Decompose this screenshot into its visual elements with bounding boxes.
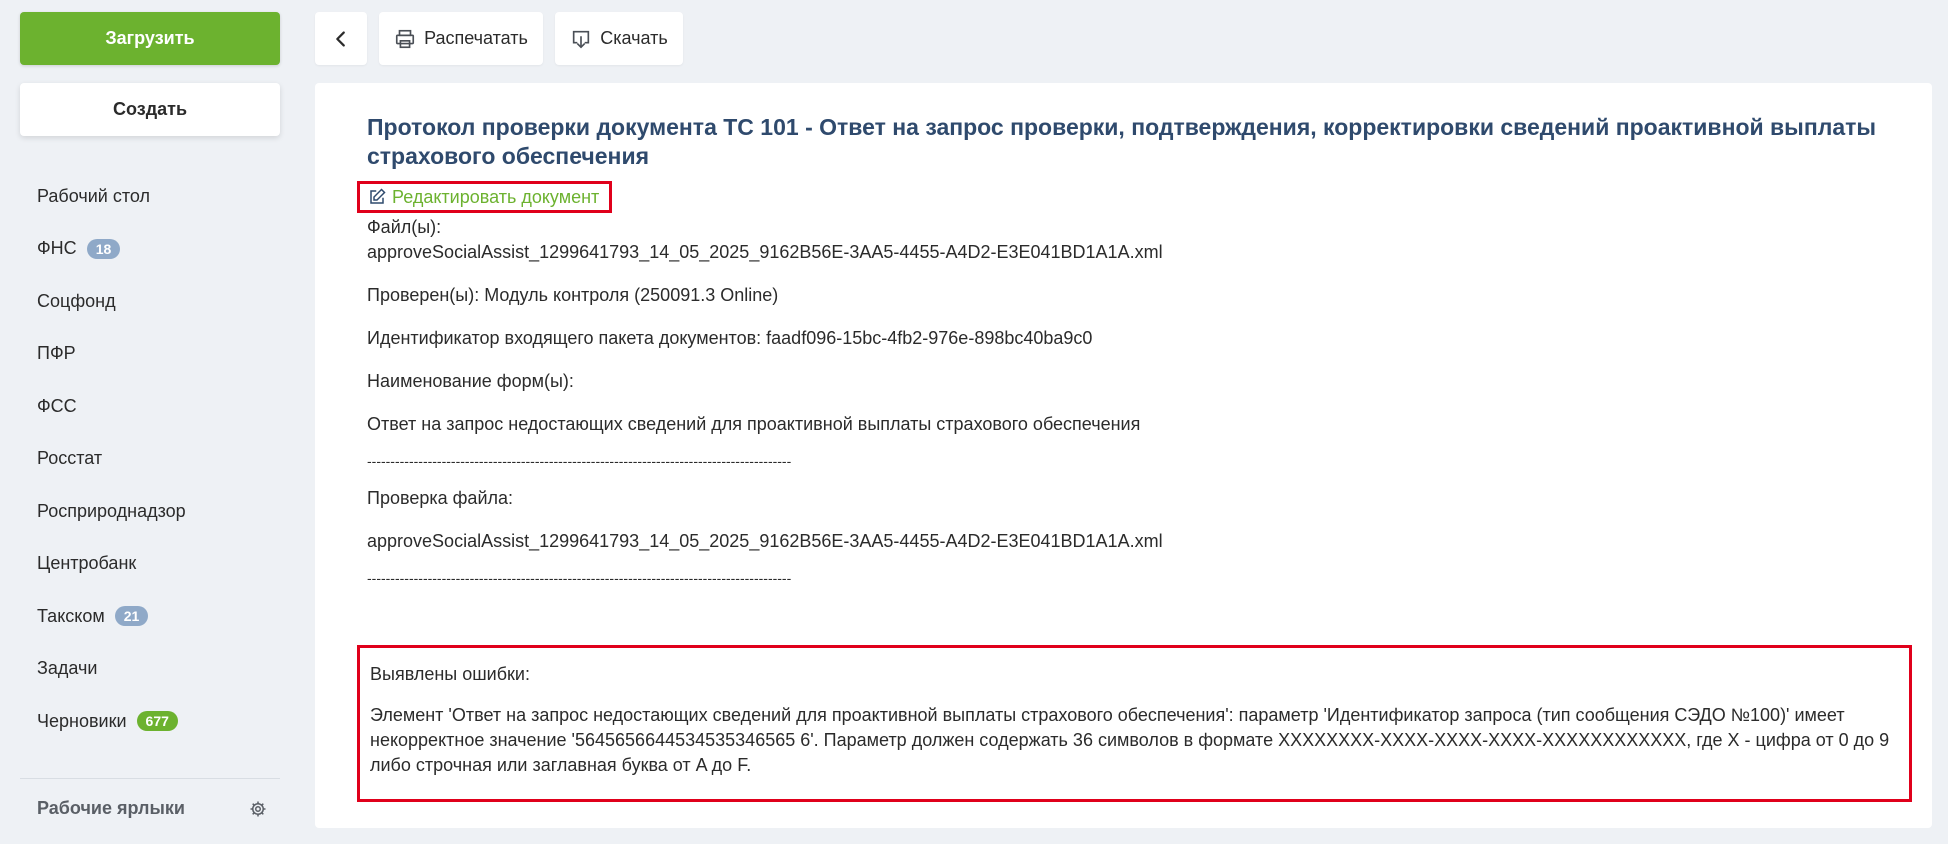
package-id: Идентификатор входящего пакета документо… bbox=[367, 328, 1093, 348]
form-name: Ответ на запрос недостающих сведений для… bbox=[367, 414, 1141, 434]
document-content: Протокол проверки документа ТС 101 - Отв… bbox=[357, 113, 1912, 802]
sidebar-item-rosstat[interactable]: Росстат bbox=[0, 433, 300, 486]
download-button[interactable]: Скачать bbox=[555, 12, 683, 65]
printer-icon bbox=[395, 29, 415, 48]
print-label: Распечатать bbox=[424, 28, 528, 48]
sidebar-item-fns[interactable]: ФНС 18 bbox=[0, 223, 300, 276]
file-check-name: approveSocialAssist_1299641793_14_05_202… bbox=[367, 531, 1163, 551]
sidebar-item-centrobank[interactable]: Центробанк bbox=[0, 538, 300, 591]
upload-button[interactable]: Загрузить bbox=[20, 12, 280, 65]
edit-document-label[interactable]: Редактировать документ bbox=[392, 187, 599, 208]
sidebar-nav: Рабочий стол ФНС 18 Соцфонд ПФР ФСС Росс… bbox=[0, 170, 300, 748]
download-label: Скачать bbox=[600, 28, 668, 48]
sidebar-item-rosprirodnadzor[interactable]: Росприроднадзор bbox=[0, 485, 300, 538]
download-icon bbox=[573, 30, 590, 48]
sidebar: Загрузить Создать Рабочий стол ФНС 18 Со… bbox=[0, 0, 300, 844]
count-badge: 18 bbox=[86, 238, 121, 259]
chevron-left-icon bbox=[336, 30, 345, 47]
sidebar-item-fss[interactable]: ФСС bbox=[0, 380, 300, 433]
errors-box: Выявлены ошибки: Элемент 'Ответ на запро… bbox=[357, 645, 1912, 802]
print-button[interactable]: Распечатать bbox=[379, 12, 543, 65]
sidebar-divider bbox=[20, 778, 280, 779]
sidebar-item-desktop[interactable]: Рабочий стол bbox=[0, 170, 300, 223]
sidebar-item-label: Рабочий стол bbox=[37, 185, 150, 206]
sidebar-item-taxcom[interactable]: Такском 21 bbox=[0, 590, 300, 643]
edit-icon bbox=[370, 188, 386, 204]
sidebar-item-drafts[interactable]: Черновики 677 bbox=[0, 695, 300, 748]
page-title: Протокол проверки документа ТС 101 - Отв… bbox=[367, 114, 1877, 169]
document-card: Протокол проверки документа ТС 101 - Отв… bbox=[315, 83, 1932, 828]
file-name: approveSocialAssist_1299641793_14_05_202… bbox=[367, 242, 1163, 262]
back-button[interactable] bbox=[315, 12, 367, 65]
gear-icon[interactable] bbox=[249, 800, 267, 818]
toolbar: Распечатать Скачать bbox=[315, 12, 683, 65]
count-badge: 21 bbox=[114, 606, 149, 627]
sidebar-item-label: ПФР bbox=[37, 343, 76, 364]
separator: ----------------------------------------… bbox=[367, 453, 792, 469]
sidebar-item-label: Соцфонд bbox=[37, 290, 116, 311]
edit-document-link[interactable]: Редактировать документ bbox=[357, 181, 613, 213]
files-label: Файл(ы): bbox=[367, 217, 442, 237]
errors-label: Выявлены ошибки: bbox=[370, 664, 530, 684]
shortcuts-label: Рабочие ярлыки bbox=[37, 798, 185, 818]
sidebar-item-label: Росприроднадзор bbox=[37, 500, 186, 521]
sidebar-item-label: Росстат bbox=[37, 448, 103, 469]
forms-label: Наименование форм(ы): bbox=[367, 371, 574, 391]
sidebar-item-label: ФНС bbox=[37, 238, 77, 259]
create-button[interactable]: Создать bbox=[20, 83, 280, 136]
work-shortcuts: Рабочие ярлыки bbox=[37, 798, 267, 819]
sidebar-item-label: Такском bbox=[37, 605, 105, 626]
sidebar-item-pfr[interactable]: ПФР bbox=[0, 328, 300, 381]
file-check-label: Проверка файла: bbox=[367, 488, 514, 508]
count-badge: 677 bbox=[136, 711, 178, 732]
checked-by: Проверен(ы): Модуль контроля (250091.3 O… bbox=[367, 285, 779, 305]
error-text: Элемент 'Ответ на запрос недостающих све… bbox=[370, 705, 1890, 775]
sidebar-item-label: Центробанк bbox=[37, 553, 137, 574]
sidebar-item-tasks[interactable]: Задачи bbox=[0, 643, 300, 696]
sidebar-item-socfond[interactable]: Соцфонд bbox=[0, 275, 300, 328]
sidebar-item-label: ФСС bbox=[37, 395, 77, 416]
sidebar-item-label: Задачи bbox=[37, 658, 98, 679]
separator: ----------------------------------------… bbox=[367, 570, 792, 586]
sidebar-item-label: Черновики bbox=[37, 710, 127, 731]
